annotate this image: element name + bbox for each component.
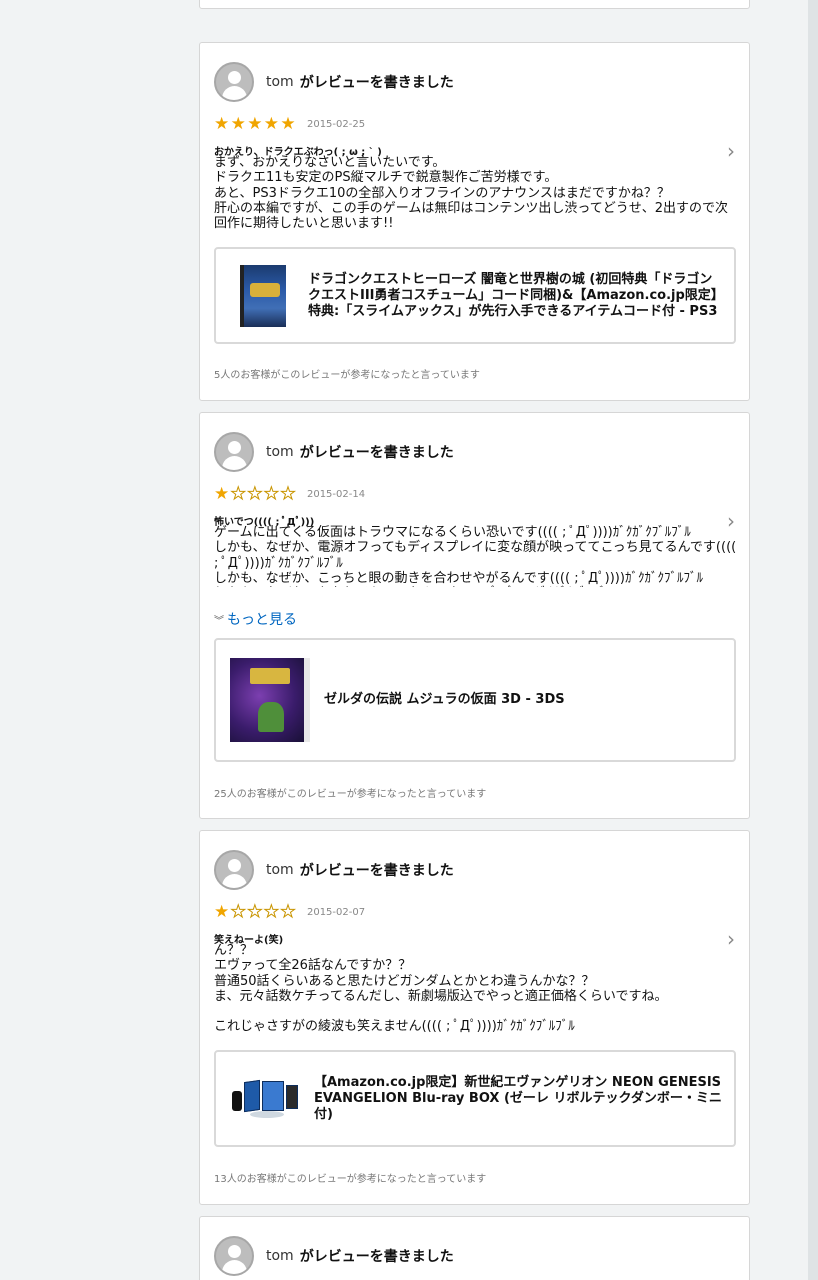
star-filled-icon: ★ bbox=[247, 114, 263, 134]
product-image bbox=[240, 264, 286, 327]
chevron-right-icon[interactable]: › bbox=[727, 927, 735, 951]
chevron-right-icon[interactable]: › bbox=[727, 509, 735, 533]
star-filled-icon: ★ bbox=[280, 114, 296, 134]
star-rating: ★ ★ ★ ★ ★ bbox=[214, 484, 297, 504]
product-title[interactable]: 【Amazon.co.jp限定】新世紀エヴァンゲリオン NEON GENESIS… bbox=[314, 1075, 728, 1123]
reviewer-name[interactable]: tom bbox=[266, 444, 294, 460]
product-image bbox=[230, 1079, 300, 1119]
double-chevron-down-icon: ︾ bbox=[214, 616, 224, 627]
show-more-link[interactable]: ︾ もっと見る bbox=[214, 609, 297, 629]
review-card: tom がレビューを書きました ★ ★ ★ ★ ★ 2015-02-14 怖いで… bbox=[199, 412, 750, 819]
rating-row: ★ ★ ★ ★ ★ 2015-02-14 bbox=[214, 484, 366, 504]
helpful-count: 5人のお客様がこのレビューが参考になったと言っています bbox=[214, 370, 480, 381]
review-header: tom がレビューを書きました bbox=[214, 1236, 454, 1276]
review-header: tom がレビューを書きました bbox=[214, 850, 454, 890]
product-card[interactable]: 【Amazon.co.jp限定】新世紀エヴァンゲリオン NEON GENESIS… bbox=[214, 1050, 736, 1147]
avatar[interactable] bbox=[214, 1236, 254, 1276]
star-empty-icon: ★ bbox=[230, 484, 246, 504]
star-filled-icon: ★ bbox=[214, 902, 230, 922]
star-rating: ★ ★ ★ ★ ★ bbox=[214, 116, 297, 133]
review-header: tom がレビューを書きました bbox=[214, 432, 454, 472]
reviewer-name[interactable]: tom bbox=[266, 74, 294, 90]
review-date: 2015-02-07 bbox=[306, 907, 366, 918]
review-action-text: がレビューを書きました bbox=[299, 863, 454, 879]
review-card: tom がレビューを書きました ★ ★ ★ ★ ★ 2015-02-25 おかえ… bbox=[199, 42, 750, 401]
show-more-label[interactable]: もっと見る bbox=[227, 612, 297, 628]
product-card[interactable]: ドラゴンクエストヒーローズ 闇竜と世界樹の城 (初回特典「ドラゴンクエストIII… bbox=[214, 247, 736, 344]
product-title[interactable]: ドラゴンクエストヒーローズ 闇竜と世界樹の城 (初回特典「ドラゴンクエストIII… bbox=[308, 272, 720, 320]
review-body[interactable]: まず、おかえりなさいと言いたいです。 ドラクエ11も安定のPS縦マルチで鋭意製作… bbox=[214, 155, 738, 231]
review-card: tom がレビューを書きました ★ ★ ★ ★ ★ 2015-02-07 笑えね… bbox=[199, 830, 750, 1205]
star-empty-icon: ★ bbox=[280, 484, 296, 504]
helpful-count: 25人のお客様がこのレビューが参考になったと言っています bbox=[214, 789, 487, 800]
rating-row: ★ ★ ★ ★ ★ 2015-02-07 bbox=[214, 902, 366, 922]
review-action-text: がレビューを書きました bbox=[299, 75, 454, 91]
review-card: tom がレビューを書きました bbox=[199, 1216, 750, 1280]
star-empty-icon: ★ bbox=[247, 484, 263, 504]
page-edge bbox=[808, 0, 818, 1280]
star-filled-icon: ★ bbox=[214, 114, 230, 134]
star-filled-icon: ★ bbox=[214, 484, 230, 504]
star-empty-icon: ★ bbox=[263, 484, 280, 504]
review-body[interactable]: ん？？ エヴァって全26話なんですか？？ 普通50話くらいあると思たけどガンダム… bbox=[214, 943, 738, 1035]
star-empty-icon: ★ bbox=[263, 902, 280, 922]
review-date: 2015-02-14 bbox=[306, 489, 366, 500]
product-title[interactable]: ゼルダの伝説 ムジュラの仮面 3D - 3DS bbox=[324, 692, 704, 708]
star-empty-icon: ★ bbox=[247, 902, 263, 922]
avatar[interactable] bbox=[214, 850, 254, 890]
star-empty-icon: ★ bbox=[280, 902, 296, 922]
avatar[interactable] bbox=[214, 62, 254, 102]
review-action-text: がレビューを書きました bbox=[299, 1249, 454, 1265]
review-date: 2015-02-25 bbox=[306, 119, 366, 130]
star-rating: ★ ★ ★ ★ ★ bbox=[214, 902, 297, 922]
rating-row: ★ ★ ★ ★ ★ 2015-02-25 bbox=[214, 116, 365, 133]
avatar[interactable] bbox=[214, 432, 254, 472]
helpful-count: 13人のお客様がこのレビューが参考になったと言っています bbox=[214, 1174, 487, 1185]
review-header: tom がレビューを書きました bbox=[214, 62, 454, 102]
chevron-right-icon[interactable]: › bbox=[727, 139, 735, 163]
star-empty-icon: ★ bbox=[230, 902, 246, 922]
product-image bbox=[230, 658, 310, 742]
review-action-text: がレビューを書きました bbox=[299, 445, 454, 461]
product-card[interactable]: ゼルダの伝説 ムジュラの仮面 3D - 3DS bbox=[214, 638, 736, 762]
star-filled-icon: ★ bbox=[263, 114, 280, 134]
previous-review-card bbox=[199, 0, 750, 9]
star-filled-icon: ★ bbox=[230, 114, 246, 134]
reviewer-name[interactable]: tom bbox=[266, 862, 294, 878]
reviewer-name[interactable]: tom bbox=[266, 1248, 294, 1264]
review-body[interactable]: ゲームに出てくる仮面はトラウマになるくらい恐いです(((( ; ﾟДﾟ))))ｶ… bbox=[214, 525, 738, 587]
